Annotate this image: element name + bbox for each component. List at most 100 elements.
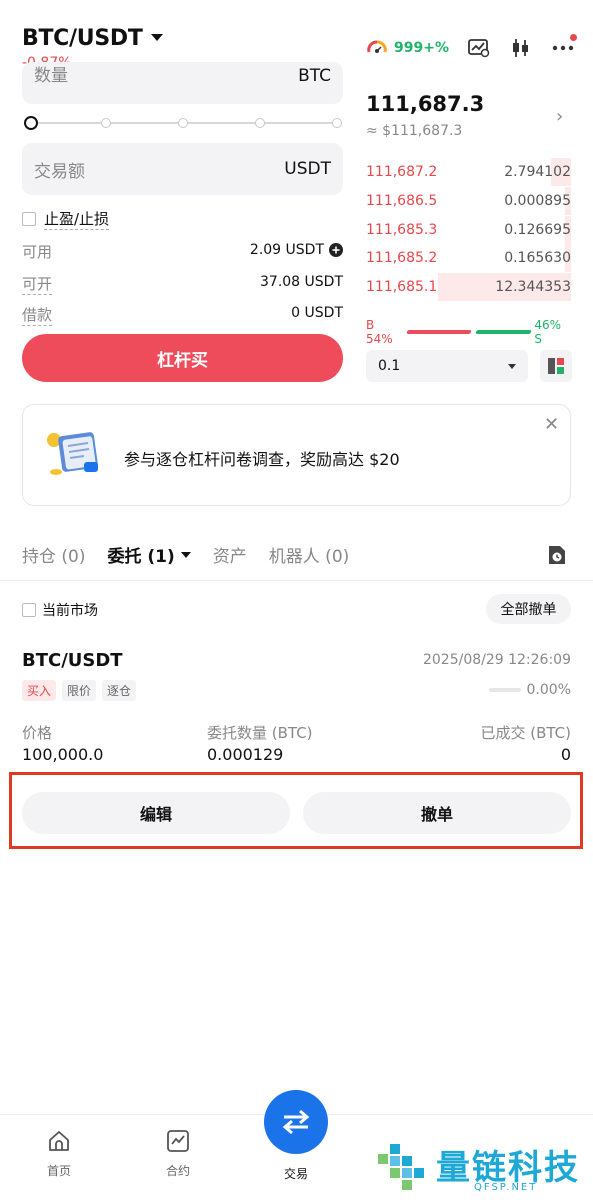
price-value: 100,000.0 bbox=[22, 745, 104, 764]
fill-progress-bar bbox=[488, 688, 521, 692]
fill-percent: 0.00% bbox=[526, 682, 571, 698]
tp-sl-label: 止盈/止损 bbox=[44, 210, 110, 230]
filled-value: 0 bbox=[560, 745, 571, 764]
ask-price: 111,685.2 bbox=[366, 250, 438, 267]
plus-circle-icon[interactable] bbox=[329, 243, 343, 257]
slider-stop-100[interactable] bbox=[332, 118, 342, 128]
ask-amount: 12.344353 bbox=[495, 279, 571, 296]
openable-value: 37.08 USDT bbox=[260, 274, 343, 290]
pair-title: BTC/USDT bbox=[22, 26, 143, 51]
available-label: 可用 bbox=[22, 243, 53, 261]
nav-futures-label: 合约 bbox=[165, 1164, 190, 1178]
order-tags: 买入 限价 逐仓 bbox=[22, 680, 137, 701]
quantity-placeholder: 数量 bbox=[34, 66, 68, 86]
tag-type: 限价 bbox=[62, 680, 97, 701]
nav-futures[interactable]: 合约 bbox=[148, 1130, 208, 1179]
candlestick-icon[interactable] bbox=[509, 36, 533, 60]
watermark-logo: 量链科技 QFSP.NET bbox=[374, 1136, 580, 1193]
slider-handle[interactable] bbox=[24, 116, 38, 130]
survey-illustration-icon bbox=[47, 432, 98, 475]
order-time: 2025/08/29 12:26:09 bbox=[422, 652, 571, 668]
ask-row[interactable]: 111,685.1 12.344353 bbox=[366, 273, 571, 302]
borrow-label: 借款 bbox=[22, 306, 53, 326]
fill-progress: 0.00% bbox=[488, 682, 571, 698]
tab-orders[interactable]: 委托 (1) bbox=[107, 542, 191, 567]
caret-down-icon bbox=[508, 363, 516, 369]
quantity-unit: BTC bbox=[298, 66, 331, 86]
home-icon bbox=[49, 1131, 69, 1151]
notification-dot bbox=[570, 34, 577, 41]
gauge-value: 999+% bbox=[394, 40, 449, 56]
header-actions: 999+% bbox=[366, 34, 577, 60]
last-price: 111,687.3 bbox=[366, 92, 485, 116]
ask-row[interactable]: 111,685.2 0.165630 bbox=[366, 244, 571, 273]
depth-precision-select[interactable]: 0.1 bbox=[366, 350, 528, 382]
slider-stop-50[interactable] bbox=[178, 118, 188, 128]
watermark-mark-icon bbox=[378, 1144, 424, 1190]
caret-down-icon bbox=[180, 551, 191, 558]
filled-label: 已成交 (BTC) bbox=[480, 724, 571, 742]
available-value: 2.09 USDT bbox=[249, 242, 324, 258]
order-qty-value: 0.000129 bbox=[207, 745, 284, 764]
amount-input[interactable]: 交易额 USDT bbox=[22, 143, 343, 195]
gauge-icon bbox=[367, 40, 387, 53]
openable-label: 可开 bbox=[22, 275, 53, 295]
buy-sell-ratio: B 54% 46% S bbox=[366, 318, 571, 346]
watermark-subtext: QFSP.NET bbox=[474, 1182, 538, 1193]
tp-sl-toggle[interactable]: 止盈/止损 bbox=[22, 208, 110, 230]
nav-home[interactable]: 首页 bbox=[29, 1130, 89, 1179]
survey-banner-text: 参与逐仓杠杆问卷调查，奖励高达 $20 bbox=[124, 450, 400, 469]
slider-stop-25[interactable] bbox=[101, 118, 111, 128]
close-icon[interactable]: ✕ bbox=[544, 414, 559, 435]
last-price-usd: ≈ $111,687.3 bbox=[366, 123, 463, 139]
order-pair: BTC/USDT bbox=[22, 650, 123, 671]
orderbook-layout-button[interactable] bbox=[540, 350, 572, 382]
order-tabs: 持仓 (0) 委托 (1) 资产 机器人 (0) bbox=[22, 542, 349, 567]
current-market-checkbox[interactable] bbox=[22, 603, 36, 617]
sell-ratio-bar bbox=[474, 330, 532, 334]
chevron-right-icon[interactable]: › bbox=[556, 106, 563, 127]
borrow-value: 0 USDT bbox=[291, 305, 343, 321]
caret-down-icon bbox=[150, 33, 163, 41]
tab-orders-label: 委托 (1) bbox=[107, 547, 175, 567]
slider-stop-75[interactable] bbox=[255, 118, 265, 128]
nav-home-label: 首页 bbox=[46, 1164, 71, 1178]
ask-row[interactable]: 111,686.5 0.000895 bbox=[366, 186, 571, 215]
nav-trade-label: 交易 bbox=[283, 1167, 308, 1181]
tag-side: 买入 bbox=[22, 680, 57, 701]
current-market-filter[interactable]: 当前市场 bbox=[22, 600, 98, 620]
ask-price: 111,686.5 bbox=[366, 192, 438, 209]
amount-unit: USDT bbox=[284, 159, 331, 179]
ask-amount: 0.126695 bbox=[504, 221, 571, 238]
ask-price: 111,687.2 bbox=[366, 164, 438, 180]
sentiment-gauge[interactable]: 999+% bbox=[366, 37, 449, 59]
current-market-label: 当前市场 bbox=[42, 603, 98, 619]
highlight-box bbox=[9, 772, 583, 849]
depth-value: 0.1 bbox=[378, 358, 401, 374]
order-qty-label: 委托数量 (BTC) bbox=[207, 724, 313, 742]
ask-amount: 0.165630 bbox=[504, 250, 571, 267]
more-icon[interactable] bbox=[551, 34, 577, 60]
order-history-icon[interactable] bbox=[547, 544, 567, 566]
nav-trade-button[interactable] bbox=[264, 1090, 328, 1154]
tabs-divider bbox=[0, 580, 593, 581]
ask-price: 111,685.3 bbox=[366, 221, 438, 238]
ask-row[interactable]: 111,687.2 2.794102 bbox=[366, 158, 571, 186]
buy-ratio-bar bbox=[406, 330, 473, 334]
pair-selector[interactable]: BTC/USDT bbox=[22, 26, 163, 51]
margin-buy-button[interactable]: 杠杆买 bbox=[22, 334, 343, 382]
layout-icon bbox=[548, 358, 564, 374]
ask-row[interactable]: 111,685.3 0.126695 bbox=[366, 215, 571, 244]
tab-bots[interactable]: 机器人 (0) bbox=[269, 542, 349, 567]
chart-compare-icon[interactable] bbox=[467, 36, 491, 60]
tp-sl-checkbox[interactable] bbox=[22, 212, 36, 226]
quantity-input[interactable]: 数量 BTC bbox=[22, 62, 343, 104]
futures-chart-icon bbox=[167, 1130, 189, 1152]
cancel-all-button[interactable]: 全部撤单 bbox=[486, 594, 571, 624]
tab-positions[interactable]: 持仓 (0) bbox=[22, 542, 85, 567]
tab-assets[interactable]: 资产 bbox=[213, 542, 247, 567]
ask-amount: 0.000895 bbox=[504, 192, 571, 209]
tag-margin-mode: 逐仓 bbox=[102, 680, 137, 701]
swap-arrows-icon bbox=[282, 1109, 310, 1135]
buy-ratio-label: B 54% bbox=[366, 318, 393, 346]
